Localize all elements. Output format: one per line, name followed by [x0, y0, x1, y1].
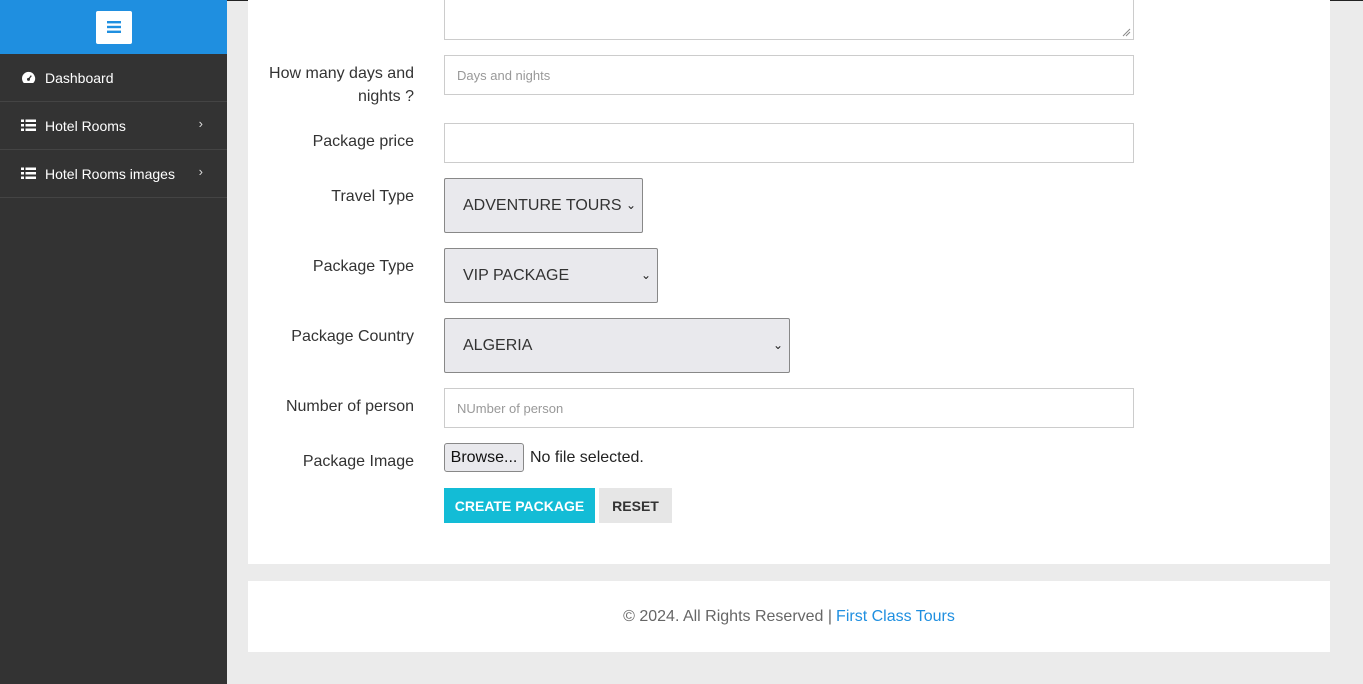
- browse-button[interactable]: Browse...: [444, 443, 524, 472]
- number-of-person-label: Number of person: [285, 398, 414, 415]
- reset-button[interactable]: RESET: [599, 488, 672, 523]
- sidebar-header: [0, 0, 227, 54]
- copyright-text: © 2024. All Rights Reserved |: [623, 607, 833, 625]
- package-type-label: Package Type: [312, 258, 414, 275]
- package-country-label: Package Country: [291, 328, 414, 345]
- package-country-value: ALGERIA: [463, 336, 533, 354]
- package-type-select[interactable]: VIP PACKAGE ⌄: [444, 248, 658, 303]
- description-textarea[interactable]: [444, 0, 1134, 40]
- chevron-down-icon: ⌄: [625, 198, 636, 212]
- sidebar-item-label: Hotel Rooms images: [45, 165, 175, 182]
- resize-grip-icon: [1122, 28, 1131, 37]
- days-nights-input[interactable]: Days and nights: [444, 55, 1134, 95]
- package-type-value: VIP PACKAGE: [463, 266, 570, 284]
- menu-toggle-button[interactable]: [95, 10, 132, 44]
- number-of-person-placeholder: NUmber of person: [457, 400, 564, 416]
- days-nights-label: How many days and nights ?: [269, 65, 414, 105]
- days-nights-placeholder: Days and nights: [457, 67, 551, 83]
- sidebar: Dashboard Hotel Rooms › Hotel Rooms imag…: [0, 0, 227, 684]
- list-icon: [21, 118, 37, 134]
- list-icon: [21, 166, 37, 182]
- chevron-right-icon: ›: [198, 116, 203, 131]
- hamburger-icon: [106, 21, 121, 33]
- package-image-label: Package Image: [302, 453, 414, 470]
- package-country-select[interactable]: ALGERIA ⌄: [444, 318, 790, 373]
- dashboard-icon: [21, 70, 37, 86]
- package-price-label: Package price: [312, 133, 414, 150]
- number-of-person-input[interactable]: NUmber of person: [444, 388, 1134, 428]
- package-form-card: How many days and nights ? Days and nigh…: [248, 0, 1330, 564]
- package-price-input[interactable]: [444, 123, 1134, 163]
- create-package-button[interactable]: CREATE PACKAGE: [444, 488, 595, 523]
- sidebar-item-dashboard[interactable]: Dashboard: [0, 54, 227, 102]
- footer: © 2024. All Rights Reserved | First Clas…: [248, 581, 1330, 652]
- chevron-down-icon: ⌄: [772, 338, 783, 352]
- sidebar-item-hotel-rooms[interactable]: Hotel Rooms ›: [0, 102, 227, 150]
- sidebar-item-hotel-rooms-images[interactable]: Hotel Rooms images ›: [0, 150, 227, 198]
- company-link[interactable]: First Class Tours: [836, 608, 955, 626]
- chevron-right-icon: ›: [198, 164, 203, 179]
- sidebar-item-label: Hotel Rooms: [45, 117, 126, 134]
- travel-type-select[interactable]: ADVENTURE TOURS ⌄: [444, 178, 643, 233]
- travel-type-label: Travel Type: [331, 188, 414, 205]
- sidebar-item-label: Dashboard: [45, 69, 114, 86]
- chevron-down-icon: ⌄: [640, 268, 651, 282]
- travel-type-value: ADVENTURE TOURS: [463, 196, 622, 214]
- no-file-text: No file selected.: [530, 449, 644, 466]
